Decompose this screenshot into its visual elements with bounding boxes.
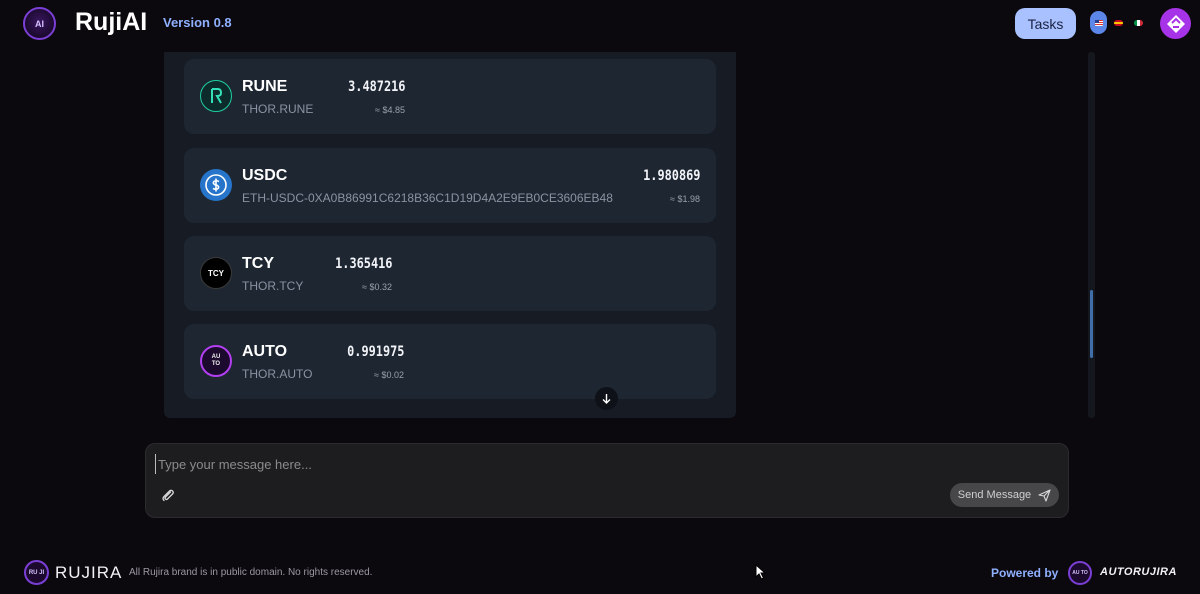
token-id: ETH-USDC-0XA0B86991C6218B36C1D19D4A2E9EB…	[242, 191, 613, 205]
token-usd-value: ≈ $4.85	[375, 105, 405, 115]
send-message-label: Send Message	[957, 489, 1032, 501]
token-usd-value: ≈ $0.02	[374, 370, 404, 380]
token-amount: 1.980869	[642, 168, 700, 184]
app-logo-text: AI	[35, 18, 44, 29]
scroll-down-button[interactable]	[595, 387, 618, 410]
tcy-icon-label: TCY	[208, 268, 224, 278]
app-title: RujiAI	[75, 8, 148, 36]
us-flag-icon[interactable]	[1090, 11, 1107, 34]
rujira-logo[interactable]: RU JI	[24, 560, 49, 585]
app-version: Version 0.8	[163, 15, 232, 30]
chat-scrollbar-thumb[interactable]	[1090, 290, 1093, 358]
token-amount: 1.365416	[334, 256, 392, 272]
token-id: THOR.AUTO	[242, 367, 313, 381]
token-id: THOR.TCY	[242, 279, 304, 293]
token-id: THOR.RUNE	[242, 102, 314, 116]
token-usd-value: ≈ $1.98	[670, 194, 700, 204]
autorujira-brand[interactable]: AUTORUJIRA	[1100, 566, 1177, 578]
footer-copyright: All Rujira brand is in public domain. No…	[129, 567, 373, 578]
chat-scrollbar[interactable]	[1088, 52, 1095, 418]
user-avatar-icon[interactable]	[1160, 8, 1191, 39]
token-name: RUNE	[242, 78, 288, 95]
es-flag-icon[interactable]	[1114, 20, 1123, 26]
paperclip-icon	[162, 489, 174, 502]
token-name: USDC	[242, 167, 288, 184]
usdc-icon	[200, 169, 232, 201]
tasks-button[interactable]: Tasks	[1015, 8, 1076, 39]
auto-icon-label: AU TO	[211, 354, 221, 367]
it-flag-icon[interactable]	[1134, 20, 1143, 26]
attach-button[interactable]	[160, 487, 176, 503]
token-amount: 3.487216	[347, 79, 405, 95]
token-card-rune: RUNE THOR.RUNE 3.487216 ≈ $4.85	[184, 59, 716, 134]
rujira-brand: RUJIRA	[55, 563, 123, 582]
token-card-auto: AU TO AUTO THOR.AUTO 0.991975 ≈ $0.02	[184, 324, 716, 399]
powered-by-label: Powered by	[991, 566, 1059, 580]
token-name: AUTO	[242, 343, 288, 360]
autorujira-logo[interactable]: AU TO	[1068, 561, 1092, 585]
chat-panel: RUNE THOR.RUNE 3.487216 ≈ $4.85 USDC ETH…	[164, 52, 736, 418]
token-name: TCY	[242, 255, 274, 272]
app-logo[interactable]: AI	[23, 7, 56, 40]
mouse-cursor-icon	[755, 563, 767, 585]
send-icon	[1038, 488, 1051, 502]
arrow-down-icon	[602, 394, 611, 404]
message-composer: Send Message	[145, 443, 1069, 518]
auto-icon: AU TO	[200, 345, 232, 377]
tcy-icon: TCY	[200, 257, 232, 289]
send-message-button[interactable]: Send Message	[950, 483, 1059, 507]
message-input[interactable]	[155, 454, 1035, 474]
token-amount: 0.991975	[346, 344, 404, 360]
rune-icon	[200, 80, 232, 112]
token-card-usdc: USDC ETH-USDC-0XA0B86991C6218B36C1D19D4A…	[184, 148, 716, 223]
token-usd-value: ≈ $0.32	[362, 282, 392, 292]
token-card-tcy: TCY TCY THOR.TCY 1.365416 ≈ $0.32	[184, 236, 716, 311]
